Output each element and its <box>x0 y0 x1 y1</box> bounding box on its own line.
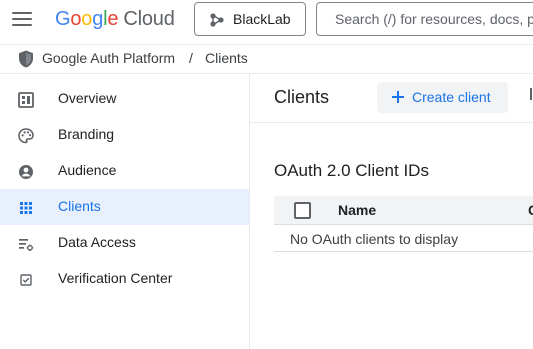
palette-icon <box>18 128 34 144</box>
project-picker-button[interactable]: BlackLab <box>194 2 306 36</box>
sidebar-item-branding[interactable]: Branding <box>0 117 249 153</box>
dashboard-icon <box>18 92 34 108</box>
sidebar-item-clients[interactable]: Clients <box>0 189 249 225</box>
sidebar-item-label: Verification Center <box>58 270 173 286</box>
apps-grid-icon <box>20 202 32 214</box>
google-cloud-logo[interactable]: Google Cloud <box>55 7 175 31</box>
plus-icon <box>392 91 404 103</box>
create-client-label: Create client <box>412 89 491 105</box>
breadcrumb-separator: / <box>189 50 193 66</box>
table-header-row: Name C <box>274 196 533 224</box>
data-access-icon <box>19 239 34 251</box>
main-content: Clients Create client OAuth 2.0 Client I… <box>250 74 533 349</box>
empty-table-message: No OAuth clients to display <box>290 231 459 247</box>
verified-checkbox-icon <box>20 274 32 286</box>
search-box[interactable] <box>316 2 533 36</box>
breadcrumb-item-clients: Clients <box>205 50 248 66</box>
shield-icon <box>19 50 33 68</box>
main-menu-icon[interactable] <box>12 12 32 28</box>
sidebar-item-verification-center[interactable]: Verification Center <box>0 261 249 297</box>
page-title: Clients <box>274 87 330 107</box>
logo-google-text: Google <box>55 8 119 30</box>
project-name: BlackLab <box>233 11 291 27</box>
sidebar-item-audience[interactable]: Audience <box>0 153 249 189</box>
section-title-oauth-clients: OAuth 2.0 Client IDs <box>274 161 429 180</box>
sidebar-nav: Overview Branding Audience Clients Data … <box>0 74 249 349</box>
sidebar-item-data-access[interactable]: Data Access <box>0 225 249 261</box>
create-client-button[interactable]: Create client <box>377 82 508 113</box>
toolbar-divider <box>250 122 533 123</box>
top-app-bar: Google Cloud BlackLab <box>0 0 533 42</box>
project-hierarchy-icon <box>210 13 224 27</box>
logo-cloud-text: Cloud <box>123 8 175 30</box>
breadcrumb-item-auth-platform[interactable]: Google Auth Platform <box>42 50 175 66</box>
column-header-truncated[interactable]: C <box>528 202 533 218</box>
sidebar-item-label: Audience <box>58 162 117 178</box>
toolbar-more-icon[interactable] <box>530 88 532 100</box>
column-header-name[interactable]: Name <box>338 202 376 218</box>
table-header-divider <box>274 224 533 225</box>
breadcrumb: Google Auth Platform / Clients <box>0 45 533 73</box>
sidebar-item-label: Branding <box>58 126 115 142</box>
search-input[interactable] <box>317 3 533 35</box>
table-bottom-divider <box>274 251 533 252</box>
sidebar-item-overview[interactable]: Overview <box>0 81 249 117</box>
sidebar-item-label: Overview <box>58 90 117 106</box>
sidebar-item-label: Data Access <box>58 234 136 250</box>
select-all-checkbox[interactable] <box>294 202 311 219</box>
sidebar-item-label: Clients <box>58 198 101 214</box>
person-icon <box>19 165 33 179</box>
